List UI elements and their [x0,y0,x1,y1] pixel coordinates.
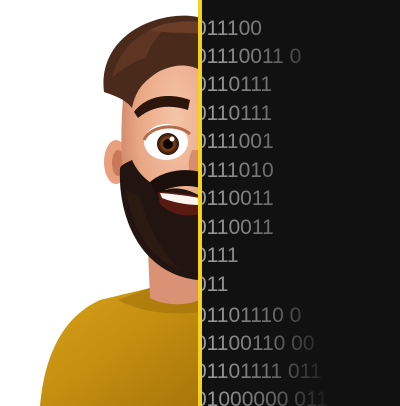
binary-line: 0110011 [200,187,274,210]
binary-line: 0111001 [200,130,274,153]
binary-line: 01101110 0 [200,304,302,327]
binary-line: 01101111 011 [200,360,322,383]
binary-line: 0110111 [200,102,273,125]
bearded-man-icon [40,15,200,406]
yellow-divider-line [198,0,202,406]
binary-line: 011 [200,273,229,296]
binary-line: 011100 [200,17,262,40]
cartoon-man-illustration [0,0,200,406]
binary-line: 0111 [200,244,239,267]
binary-line: 0110011 [200,216,274,239]
binary-line: 0111010 [200,159,274,182]
binary-line: 01100110 00 [200,332,315,355]
binary-line: 01110011 0 [200,45,302,68]
binary-code-panel: 011100 01110011 0 0110111 0110111 011100… [200,0,400,406]
split-image: 011100 01110011 0 0110111 0110111 011100… [0,0,400,406]
binary-line: 01000000 011 [200,388,328,406]
binary-line: 0110111 [200,73,273,96]
